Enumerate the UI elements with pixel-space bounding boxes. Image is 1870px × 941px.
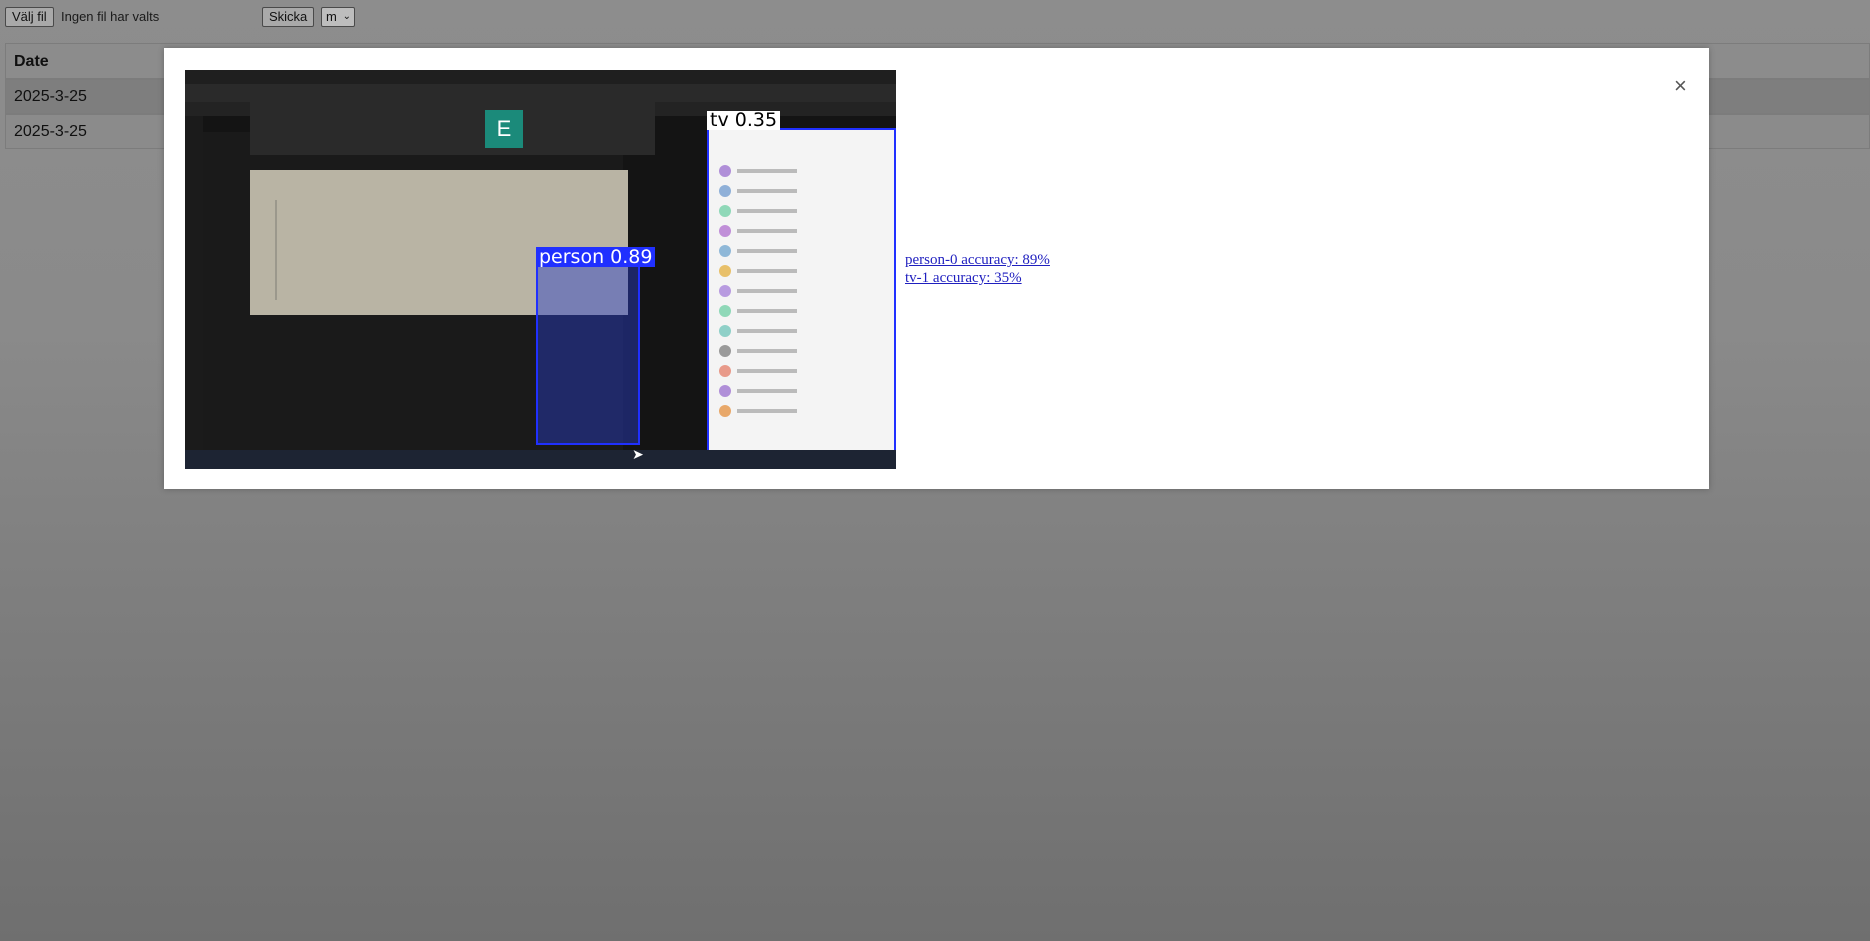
embedded-sidebar [185, 116, 203, 456]
person-detection-label: person 0.89 [536, 247, 656, 267]
embedded-browser-tabs [185, 70, 896, 84]
embedded-participant-gallery [250, 100, 655, 155]
model-select-value: m [326, 9, 337, 24]
accuracy-link-person[interactable]: person-0 accuracy: 89% [905, 252, 1050, 269]
submit-button[interactable]: Skicka [262, 7, 315, 27]
accuracy-link-tv[interactable]: tv-1 accuracy: 35% [905, 270, 1022, 287]
top-toolbar: Välj fil Ingen fil har valts Skicka m ⌄ [0, 0, 1870, 36]
mouse-cursor-icon: ➤ [632, 446, 644, 462]
image-modal: × E tv 0.35 person 0.89 ➤ person-0 accur… [164, 48, 1709, 489]
close-icon[interactable]: × [1674, 73, 1687, 99]
embedded-avatar: E [485, 110, 523, 148]
date-cell: 2025-3-25 [14, 88, 87, 105]
tv-detection-label: tv 0.35 [707, 111, 781, 130]
detection-result-image: E tv 0.35 person 0.89 ➤ [185, 70, 896, 469]
whiteboard-writing [275, 200, 507, 300]
person-detection-box [536, 249, 640, 445]
tv-detection-box [707, 128, 896, 468]
date-cell: 2025-3-25 [14, 123, 87, 140]
embedded-taskbar [185, 450, 896, 469]
model-select[interactable]: m ⌄ [321, 7, 355, 27]
file-status-text: Ingen fil har valts [61, 9, 160, 24]
column-header-date: Date [14, 53, 49, 70]
chevron-down-icon: ⌄ [342, 11, 351, 22]
choose-file-button[interactable]: Välj fil [5, 7, 54, 27]
